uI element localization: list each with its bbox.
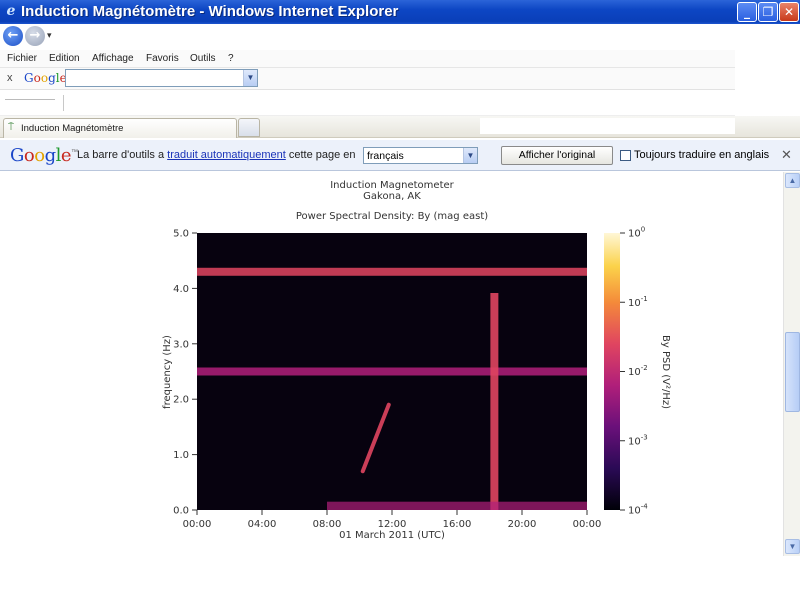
show-original-button[interactable]: Afficher l'original xyxy=(501,146,613,165)
recent-pages-dropdown-icon[interactable]: ▾ xyxy=(47,30,52,41)
colorbar: 100 10-1 10-2 10-3 10-4 By PSD (V²/Hz) xyxy=(604,226,671,517)
colorbar-tick-label: 10-4 xyxy=(628,503,648,517)
figure-subtitle: Gakona, AK xyxy=(363,191,421,202)
toolbar-grip xyxy=(5,99,55,100)
toolbar-divider xyxy=(63,95,64,111)
y-tick-label: 5.0 xyxy=(173,229,189,240)
menu-favoris[interactable]: Favoris xyxy=(146,53,179,64)
forward-button[interactable]: → xyxy=(25,26,45,46)
translate-bar: Google™ La barre d'outils a traduit auto… xyxy=(0,140,800,171)
always-translate-checkbox[interactable] xyxy=(620,150,631,161)
menu-help[interactable]: ? xyxy=(228,53,234,64)
vertical-scrollbar[interactable]: ▲ ▼ xyxy=(783,172,800,556)
y-axis: 0.0 1.0 2.0 3.0 4.0 5.0 xyxy=(173,229,197,517)
y-tick-label: 2.0 xyxy=(173,395,189,406)
feature-broadband-burst xyxy=(490,293,499,510)
colorbar-tick-label: 10-2 xyxy=(628,364,648,378)
menu-edition[interactable]: Edition xyxy=(49,53,80,64)
menu-affichage[interactable]: Affichage xyxy=(92,53,134,64)
navigation-bar: ← → ▾ xyxy=(0,24,800,48)
minimize-button[interactable]: _ xyxy=(737,2,757,22)
colorbar-tick-label: 10-1 xyxy=(628,295,648,309)
plot-title: Power Spectral Density: By (mag east) xyxy=(296,211,488,222)
translate-message: La barre d'outils a traduit automatiquem… xyxy=(77,149,356,161)
menu-fichier[interactable]: Fichier xyxy=(7,53,37,64)
tab-strip-blank xyxy=(480,118,735,134)
colorbar-gradient xyxy=(604,233,620,510)
google-translate-logo: Google™ xyxy=(10,145,78,166)
x-tick-label: 20:00 xyxy=(508,519,537,530)
x-tick-label: 08:00 xyxy=(313,519,342,530)
x-axis-label: 01 March 2011 (UTC) xyxy=(339,530,445,541)
menu-outils[interactable]: Outils xyxy=(190,53,216,64)
window-title-bar: e Induction Magnétomètre - Windows Inter… xyxy=(0,0,800,24)
maximize-button[interactable]: ❐ xyxy=(758,2,778,22)
menu-bar: Fichier Edition Affichage Favoris Outils… xyxy=(0,50,735,68)
spectrogram-heatmap xyxy=(197,233,587,510)
feature-weaker-band xyxy=(197,367,587,376)
y-tick-label: 1.0 xyxy=(173,450,189,461)
close-window-button[interactable]: ✕ xyxy=(779,2,799,22)
google-logo[interactable]: Google xyxy=(24,71,67,85)
antenna-icon: ⍑ xyxy=(8,122,14,133)
colorbar-tick-label: 10-3 xyxy=(628,433,648,447)
y-tick-label: 4.0 xyxy=(173,284,189,295)
x-tick-label: 00:00 xyxy=(183,519,212,530)
scroll-up-button[interactable]: ▲ xyxy=(785,173,800,188)
colorbar-label: By PSD (V²/Hz) xyxy=(660,335,671,409)
low-frequency-activity xyxy=(327,501,587,510)
page-content: Induction Magnetometer Gakona, AK Power … xyxy=(0,172,783,556)
y-tick-label: 3.0 xyxy=(173,339,189,350)
spectrogram-figure: Induction Magnetometer Gakona, AK Power … xyxy=(162,180,671,541)
always-translate-label: Toujours traduire en anglais xyxy=(634,149,770,161)
close-translate-bar-icon[interactable]: ✕ xyxy=(781,147,792,163)
x-tick-label: 12:00 xyxy=(378,519,407,530)
y-tick-label: 0.0 xyxy=(173,506,189,517)
tab-bar: ⍑ Induction Magnétomètre xyxy=(0,116,800,138)
scroll-thumb[interactable] xyxy=(785,332,800,412)
back-button[interactable]: ← xyxy=(3,26,23,46)
tab-label: Induction Magnétomètre xyxy=(21,123,124,134)
window-title: Induction Magnétomètre - Windows Interne… xyxy=(21,3,399,20)
language-dropdown-icon[interactable]: ▼ xyxy=(463,148,477,163)
toolbar-close-icon[interactable]: x xyxy=(7,72,13,84)
ie-logo-icon: e xyxy=(6,3,16,19)
language-select[interactable]: français ▼ xyxy=(363,147,478,164)
auto-translate-link[interactable]: traduit automatiquement xyxy=(167,149,286,161)
google-search-input[interactable]: ▼ xyxy=(65,69,258,87)
scroll-down-button[interactable]: ▼ xyxy=(785,539,800,554)
x-tick-label: 00:00 xyxy=(573,519,602,530)
links-toolbar xyxy=(0,92,735,116)
search-dropdown-icon[interactable]: ▼ xyxy=(243,70,257,86)
y-axis-label: frequency (Hz) xyxy=(162,335,173,409)
colorbar-ticks: 100 10-1 10-2 10-3 10-4 xyxy=(620,226,648,517)
colorbar-tick-label: 100 xyxy=(628,226,645,240)
x-tick-label: 16:00 xyxy=(443,519,472,530)
language-value: français xyxy=(367,150,404,162)
x-axis: 00:00 04:00 08:00 12:00 16:00 20:00 00:00 xyxy=(183,510,602,530)
google-toolbar: x Google ▼ xyxy=(0,68,735,90)
feature-persistent-band xyxy=(197,267,587,276)
tab-induction-magnetometre[interactable]: ⍑ Induction Magnétomètre xyxy=(3,118,237,138)
figure-title: Induction Magnetometer xyxy=(330,180,454,191)
x-tick-label: 04:00 xyxy=(248,519,277,530)
new-tab-button[interactable] xyxy=(238,118,260,137)
